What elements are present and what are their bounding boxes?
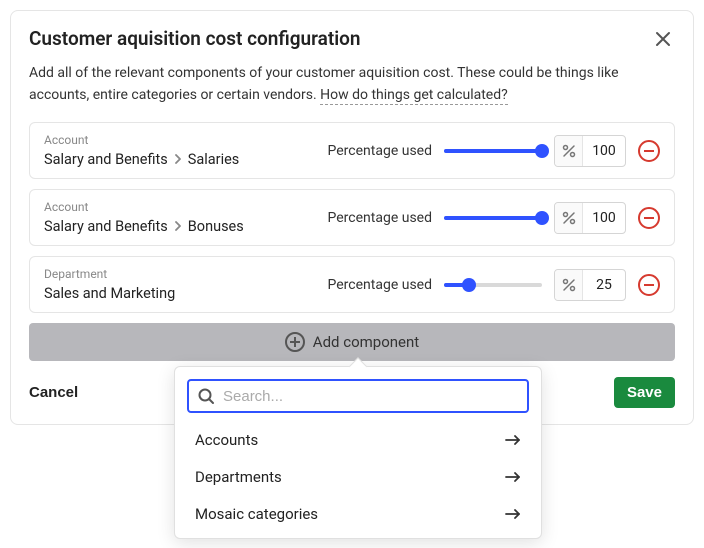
percent-icon xyxy=(555,270,583,300)
modal-description: Add all of the relevant components of yo… xyxy=(29,63,675,106)
component-row: Department Sales and Marketing Percentage … xyxy=(29,256,675,313)
percentage-value: 100 xyxy=(583,210,625,226)
dropdown-item[interactable]: Departments xyxy=(175,458,541,495)
add-component-label: Add component xyxy=(313,333,419,351)
close-button[interactable] xyxy=(651,27,675,51)
percentage-input[interactable]: 25 xyxy=(554,269,626,301)
percentage-value: 25 xyxy=(583,277,625,293)
remove-button[interactable] xyxy=(638,274,660,296)
path-segment: Salary and Benefits xyxy=(44,151,168,168)
arrow-right-icon xyxy=(505,467,521,486)
arrow-right-icon xyxy=(505,504,521,523)
minus-icon xyxy=(644,150,654,152)
row-type-label: Account xyxy=(44,133,316,147)
row-type-label: Account xyxy=(44,200,316,214)
percentage-slider[interactable] xyxy=(444,216,542,220)
add-component-dropdown: Accounts Departments Mosaic categories xyxy=(174,366,542,539)
dropdown-item-label: Departments xyxy=(195,468,282,486)
percentage-slider[interactable] xyxy=(444,283,542,287)
component-row: Account Salary and Benefits Bonuses Percent… xyxy=(29,189,675,246)
search-input[interactable] xyxy=(223,388,519,405)
cancel-button[interactable]: Cancel xyxy=(29,384,78,401)
arrow-right-icon xyxy=(505,430,521,449)
slider-knob[interactable] xyxy=(462,278,476,292)
minus-icon xyxy=(644,217,654,219)
path-segment: Salary and Benefits xyxy=(44,218,168,235)
percentage-label: Percentage used xyxy=(328,210,432,226)
path-segment: Sales and Marketing xyxy=(44,285,175,302)
close-icon xyxy=(655,31,671,47)
dropdown-item[interactable]: Accounts xyxy=(175,421,541,458)
row-path: Salary and Benefits Salaries xyxy=(44,151,316,168)
percentage-label: Percentage used xyxy=(328,277,432,293)
slider-knob[interactable] xyxy=(535,144,549,158)
dropdown-item-label: Accounts xyxy=(195,431,258,449)
row-info: Account Salary and Benefits Bonuses xyxy=(44,200,316,235)
search-icon xyxy=(197,387,215,405)
path-segment: Bonuses xyxy=(188,218,244,235)
row-type-label: Department xyxy=(44,267,316,281)
help-link[interactable]: How do things get calculated? xyxy=(320,87,508,105)
chevron-right-icon xyxy=(174,151,182,168)
component-row: Account Salary and Benefits Salaries Percen… xyxy=(29,122,675,179)
percentage-input[interactable]: 100 xyxy=(554,135,626,167)
percent-icon xyxy=(555,203,583,233)
chevron-right-icon xyxy=(174,218,182,235)
percentage-value: 100 xyxy=(583,143,625,159)
remove-button[interactable] xyxy=(638,140,660,162)
modal-title: Customer aquisition cost configuration xyxy=(29,27,361,50)
row-path: Salary and Benefits Bonuses xyxy=(44,218,316,235)
row-info: Account Salary and Benefits Salaries xyxy=(44,133,316,168)
search-box[interactable] xyxy=(187,379,529,413)
row-info: Department Sales and Marketing xyxy=(44,267,316,302)
path-segment: Salaries xyxy=(188,151,240,168)
percentage-label: Percentage used xyxy=(328,143,432,159)
modal-header: Customer aquisition cost configuration xyxy=(29,27,675,51)
slider-knob[interactable] xyxy=(535,211,549,225)
row-path: Sales and Marketing xyxy=(44,285,316,302)
percentage-input[interactable]: 100 xyxy=(554,202,626,234)
add-component-button[interactable]: Add component xyxy=(29,323,675,361)
percent-icon xyxy=(555,136,583,166)
dropdown-item[interactable]: Mosaic categories xyxy=(175,495,541,532)
dropdown-item-label: Mosaic categories xyxy=(195,505,318,523)
minus-icon xyxy=(644,284,654,286)
plus-circle-icon xyxy=(285,332,305,352)
save-button[interactable]: Save xyxy=(614,377,675,408)
remove-button[interactable] xyxy=(638,207,660,229)
percentage-slider[interactable] xyxy=(444,149,542,153)
